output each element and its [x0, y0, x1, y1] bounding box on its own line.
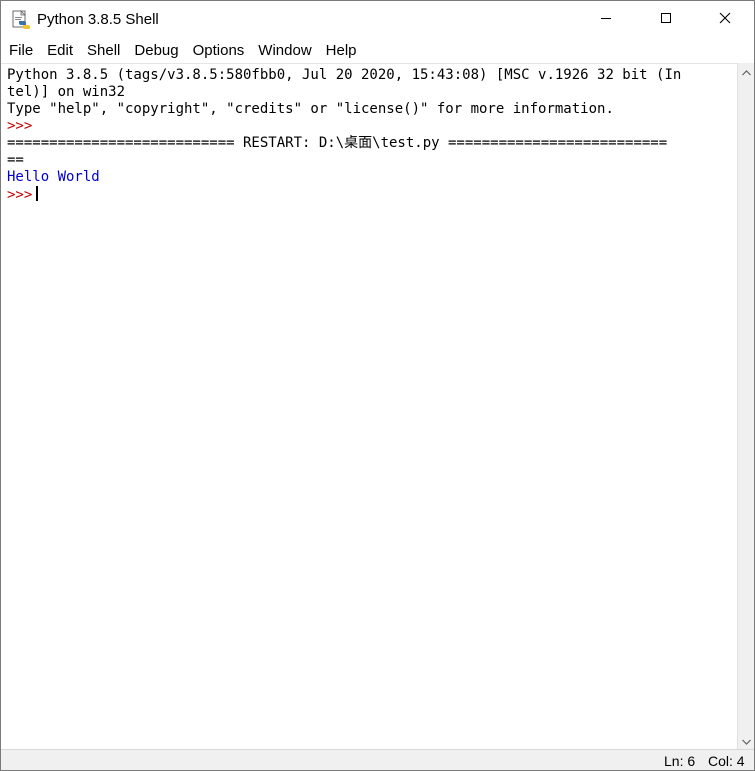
menu-shell[interactable]: Shell: [80, 39, 127, 63]
idle-shell-window: Python 3.8.5 Shell File Edit Shell Debug…: [0, 0, 755, 771]
menu-help[interactable]: Help: [319, 39, 364, 63]
window-title: Python 3.8.5 Shell: [37, 11, 159, 28]
shell-prompt: >>>: [7, 118, 33, 134]
close-icon: [719, 11, 731, 29]
close-button[interactable]: [696, 1, 754, 39]
minimize-button[interactable]: [577, 1, 635, 39]
scroll-down-button[interactable]: [738, 732, 754, 750]
status-bar: Ln: 6 Col: 4: [1, 749, 754, 770]
restart-line: =========================== RESTART: D:\…: [7, 135, 668, 151]
column-number-status: Col: 4: [708, 753, 745, 769]
active-prompt-line[interactable]: >>>: [7, 186, 731, 203]
shell-banner-line-2: tel)] on win32: [7, 84, 126, 100]
maximize-button[interactable]: [637, 1, 695, 39]
scroll-up-icon: [742, 63, 751, 81]
shell-banner-line-3: Type "help", "copyright", "credits" or "…: [7, 101, 614, 117]
text-cursor: [36, 186, 39, 201]
shell-prompt-active: >>>: [7, 187, 33, 203]
menu-options[interactable]: Options: [186, 39, 252, 63]
program-output: Hello World: [7, 169, 100, 185]
menu-file[interactable]: File: [1, 39, 40, 63]
shell-text-area[interactable]: Python 3.8.5 (tags/v3.8.5:580fbb0, Jul 2…: [1, 63, 737, 749]
maximize-icon: [660, 11, 672, 29]
restart-line-wrap: ==: [7, 152, 24, 168]
line-number-status: Ln: 6: [664, 753, 696, 769]
scroll-up-button[interactable]: [738, 63, 754, 81]
menu-edit[interactable]: Edit: [40, 39, 80, 63]
vertical-scrollbar[interactable]: [737, 63, 754, 749]
menu-debug[interactable]: Debug: [127, 39, 185, 63]
minimize-icon: [600, 11, 612, 29]
menu-window[interactable]: Window: [251, 39, 318, 63]
title-bar[interactable]: Python 3.8.5 Shell: [1, 1, 754, 39]
shell-banner-line-1: Python 3.8.5 (tags/v3.8.5:580fbb0, Jul 2…: [7, 67, 682, 83]
python-idle-icon[interactable]: [11, 10, 31, 30]
scroll-down-icon: [742, 732, 751, 750]
menu-bar: File Edit Shell Debug Options Window Hel…: [1, 39, 754, 63]
